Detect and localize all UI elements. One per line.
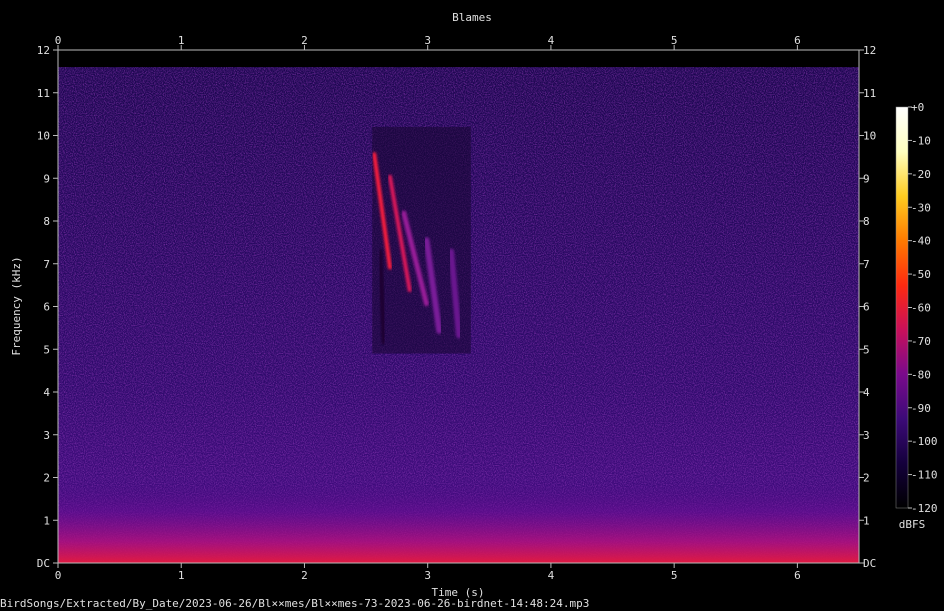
spectrogram-chart: Blames 00112233445566 DC DC1 12 23 34 45 56 67 7… (10, 11, 938, 599)
x-tick-label: 1 (178, 569, 185, 582)
x-tick-label-top: 0 (55, 34, 62, 47)
y-tick-label-right: 10 (863, 130, 876, 143)
y-tick-label-right: 12 (863, 44, 876, 57)
y-tick-label: 6 (43, 301, 50, 314)
colorbar: +0 -10 -20 -30 -40 -50 -60 -70 -80 -90 -100 -110 -12… (895, 101, 938, 531)
x-tick-label-top: 1 (178, 34, 185, 47)
colorbar-tick-label: -40 (911, 235, 931, 248)
colorbar-tick-label: -30 (911, 201, 931, 214)
plot-area (58, 50, 859, 563)
colorbar-tick-label: -70 (911, 335, 931, 348)
x-tick-label: 6 (794, 569, 801, 582)
call-events (372, 126, 471, 354)
colorbar-tick-label: -50 (911, 268, 931, 281)
colorbar-tick-label: -110 (911, 469, 938, 482)
y-tick-label: 10 (37, 130, 50, 143)
colorbar-tick-label: -80 (911, 368, 931, 381)
colorbar-tick-label: -100 (911, 435, 938, 448)
low-frequency-band (58, 477, 859, 563)
y-tick-label-right: 1 (863, 514, 870, 527)
chart-title: Blames (452, 11, 492, 24)
colorbar-ticks: +0 -10 -20 -30 -40 -50 -60 -70 -80 -90 -100 -110 -12… (908, 101, 938, 515)
colorbar-tick-label: +0 (911, 101, 924, 114)
x-tick-label: 0 (55, 569, 62, 582)
y-tick-label-right: 8 (863, 215, 870, 228)
y-tick-label-right: 6 (863, 301, 870, 314)
y-tick-label: 4 (43, 386, 50, 399)
x-tick-label: 2 (301, 569, 308, 582)
y-tick-label-right: 5 (863, 343, 870, 356)
y-tick-label: 12 (37, 44, 50, 57)
colorbar-tick-label: -90 (911, 402, 931, 415)
x-tick-label-top: 2 (301, 34, 308, 47)
colorbar-tick-label: -20 (911, 168, 931, 181)
x-tick-label: 3 (424, 569, 431, 582)
y-axis-label: Frequency (kHz) (10, 256, 23, 355)
x-tick-label-top: 5 (671, 34, 678, 47)
x-tick-label-top: 3 (424, 34, 431, 47)
y-tick-label: 9 (43, 172, 50, 185)
x-tick-label-top: 6 (794, 34, 801, 47)
x-tick-label-top: 4 (548, 34, 555, 47)
y-tick-label-right: DC (863, 557, 876, 570)
y-tick-label-right: 2 (863, 472, 870, 485)
y-tick-label: 8 (43, 215, 50, 228)
x-tick-label: 5 (671, 569, 678, 582)
y-tick-label: 2 (43, 472, 50, 485)
colorbar-label: dBFS (899, 518, 926, 531)
y-tick-label-right: 4 (863, 386, 870, 399)
y-tick-label-right: 11 (863, 87, 876, 100)
file-path: BirdSongs/Extracted/By_Date/2023-06-26/B… (0, 597, 590, 610)
colorbar-tick-label: -120 (911, 502, 938, 515)
y-tick-label: 5 (43, 343, 50, 356)
y-tick-label: 7 (43, 258, 50, 271)
y-tick-label: DC (37, 557, 50, 570)
y-tick-label-right: 9 (863, 172, 870, 185)
colorbar-tick-label: -60 (911, 302, 931, 315)
colorbar-tick-label: -10 (911, 134, 931, 147)
y-tick-label-right: 7 (863, 258, 870, 271)
y-tick-label: 11 (37, 87, 50, 100)
x-tick-label: 4 (548, 569, 555, 582)
y-tick-label-right: 3 (863, 429, 870, 442)
colorbar-gradient (895, 106, 909, 509)
y-tick-label: 1 (43, 514, 50, 527)
y-tick-label: 3 (43, 429, 50, 442)
